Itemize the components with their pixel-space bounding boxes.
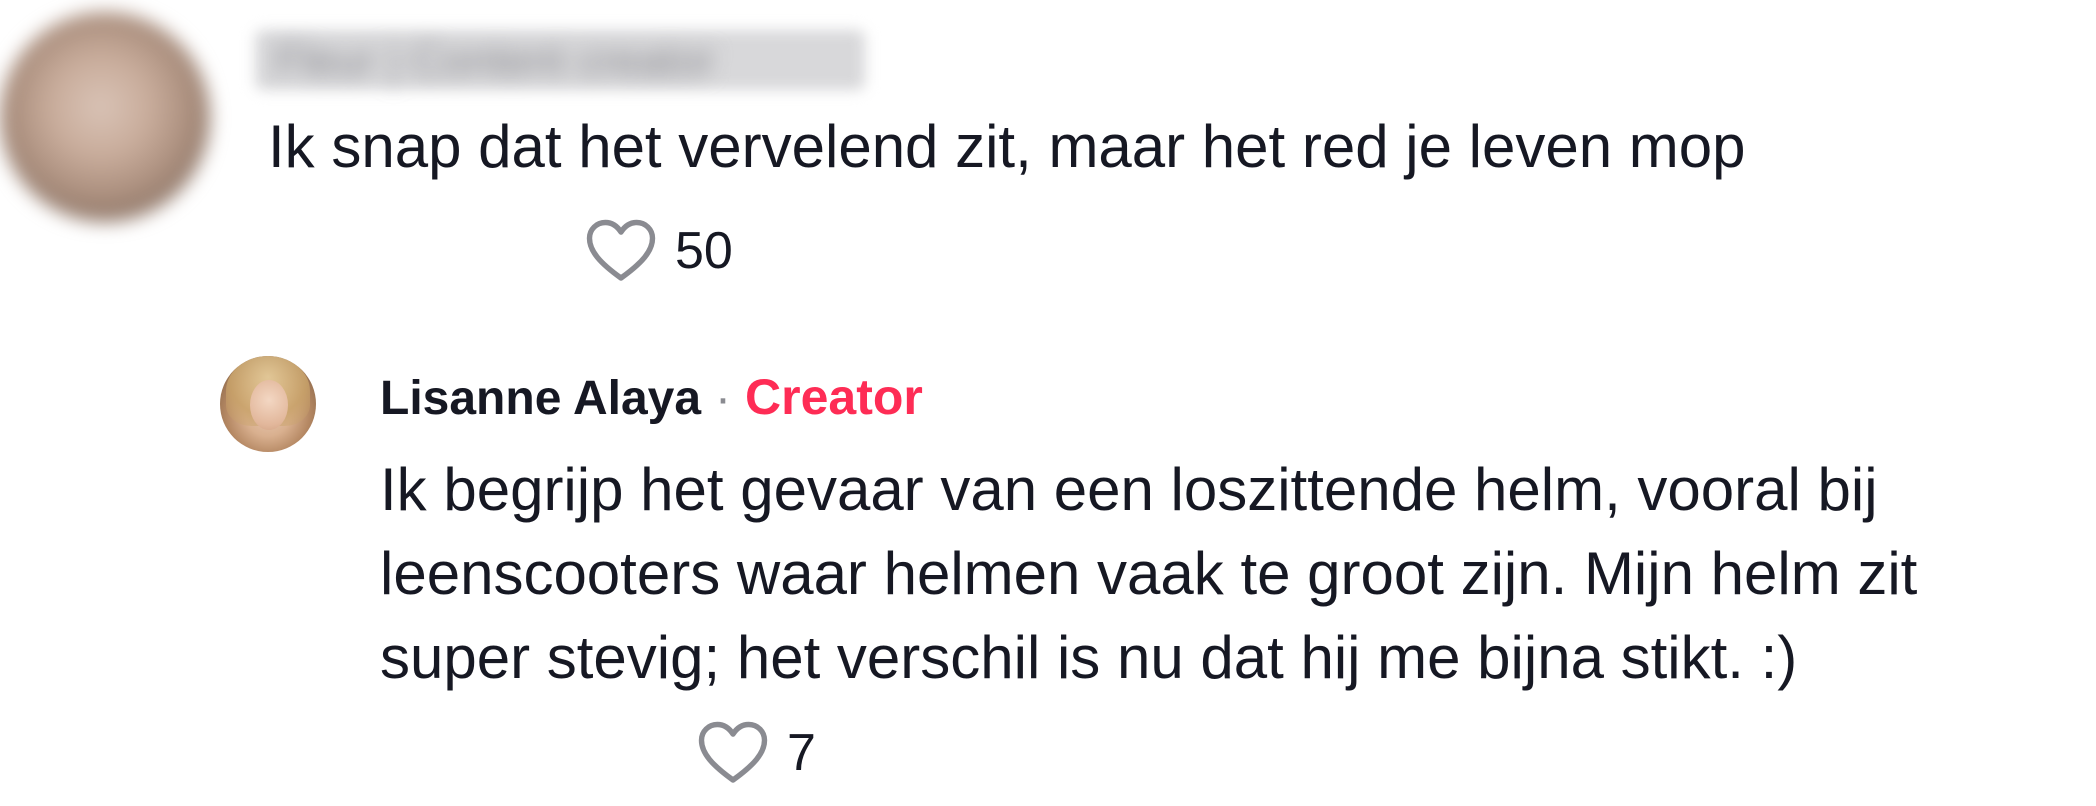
reply-author-avatar[interactable]	[220, 356, 316, 452]
commenter-avatar[interactable]	[0, 12, 210, 222]
like-count: 50	[675, 222, 733, 280]
reply-author-name[interactable]: Lisanne Alaya	[380, 371, 701, 426]
creator-badge: Creator	[745, 369, 923, 425]
reply-header: Lisanne Alaya · Creator	[380, 368, 923, 426]
avatar-face	[250, 380, 288, 430]
heart-outline-icon[interactable]	[697, 720, 769, 786]
like-button[interactable]: 50	[585, 218, 733, 284]
commenter-username[interactable]: Fleur | Content creator	[275, 36, 714, 86]
reply-like-count: 7	[787, 724, 816, 782]
header-separator: ·	[715, 372, 732, 425]
reply-text: Ik begrijp het gevaar van een loszittend…	[380, 456, 1918, 691]
heart-outline-icon[interactable]	[585, 218, 657, 284]
comment-text: Ik snap dat het vervelend zit, maar het …	[268, 113, 1746, 180]
reply-like-button[interactable]: 7	[697, 720, 816, 786]
